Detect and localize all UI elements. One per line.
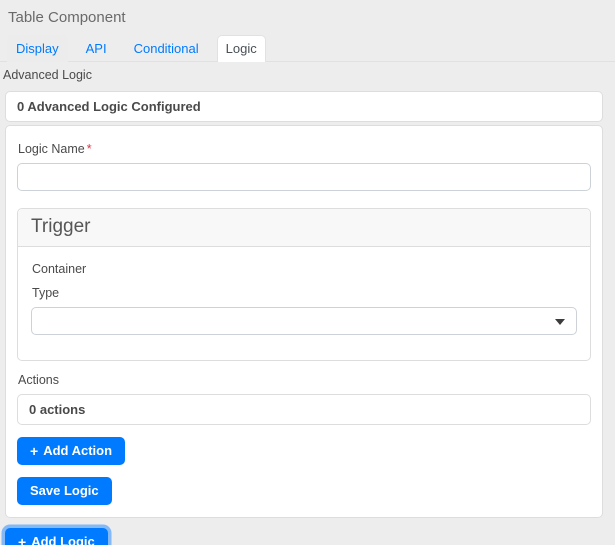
page-title: Table Component bbox=[8, 9, 126, 26]
logic-name-label: Logic Name * bbox=[18, 142, 92, 156]
caret-down-icon bbox=[555, 319, 565, 325]
save-logic-button-label: Save Logic bbox=[30, 483, 99, 498]
trigger-panel-body: Container Type bbox=[18, 247, 590, 360]
add-action-button-label: Add Action bbox=[43, 443, 113, 458]
trigger-type-select[interactable] bbox=[31, 307, 577, 335]
trigger-panel-header[interactable]: Trigger bbox=[18, 209, 590, 247]
tab-conditional[interactable]: Conditional bbox=[125, 35, 208, 62]
tab-logic[interactable]: Logic bbox=[216, 35, 266, 62]
required-asterisk: * bbox=[86, 142, 92, 156]
actions-summary[interactable]: 0 actions bbox=[17, 394, 591, 425]
save-logic-button[interactable]: Save Logic bbox=[17, 477, 112, 505]
logic-edit-row: Logic Name * Trigger Container Type Actio… bbox=[5, 125, 603, 518]
trigger-type-label: Type bbox=[32, 286, 60, 300]
logic-name-input[interactable] bbox=[17, 163, 591, 191]
plus-icon: + bbox=[30, 443, 39, 459]
advanced-logic-label: Advanced Logic bbox=[3, 68, 92, 82]
edit-component-dialog: Table Component Display API Conditional … bbox=[0, 0, 615, 545]
tab-bar: Display API Conditional Logic bbox=[0, 35, 615, 62]
trigger-container-label: Container bbox=[32, 262, 87, 276]
trigger-panel: Trigger Container Type bbox=[17, 208, 591, 361]
tab-api[interactable]: API bbox=[77, 35, 116, 62]
add-logic-button[interactable]: + Add Logic bbox=[5, 528, 108, 545]
add-action-button[interactable]: + Add Action bbox=[17, 437, 126, 465]
tab-display[interactable]: Display bbox=[7, 35, 68, 62]
actions-label: Actions bbox=[18, 373, 59, 387]
add-logic-button-label: Add Logic bbox=[31, 534, 95, 545]
plus-icon: + bbox=[18, 534, 27, 545]
advanced-logic-summary[interactable]: 0 Advanced Logic Configured bbox=[5, 91, 603, 122]
logic-tab-content: Advanced Logic 0 Advanced Logic Configur… bbox=[3, 68, 603, 518]
